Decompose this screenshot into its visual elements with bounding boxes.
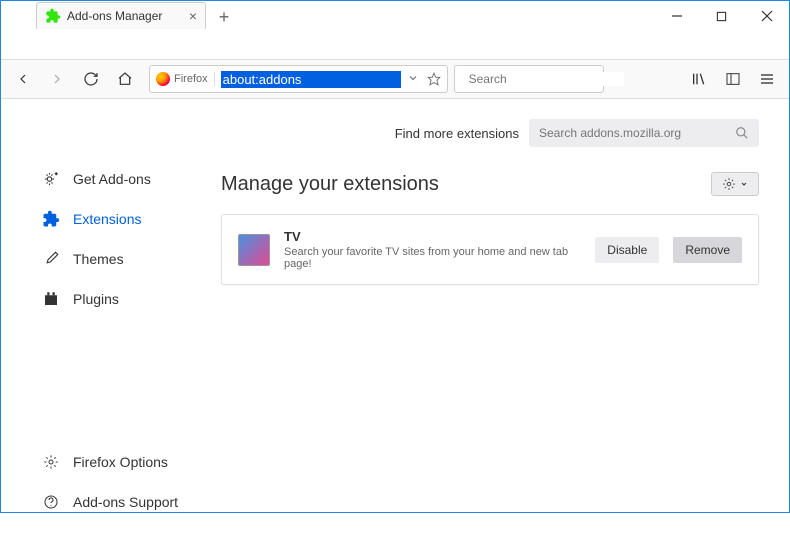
find-extensions-search[interactable] (529, 119, 759, 147)
find-extensions-input[interactable] (539, 126, 727, 140)
search-bar[interactable] (454, 65, 604, 93)
sidebar-item-label: Firefox Options (73, 454, 168, 470)
menu-button[interactable] (753, 65, 781, 93)
remove-button[interactable]: Remove (673, 237, 742, 263)
dropdown-icon[interactable] (407, 72, 419, 84)
disable-button[interactable]: Disable (595, 237, 659, 263)
gear-icon (41, 452, 61, 472)
extension-name: TV (284, 229, 581, 244)
forward-button[interactable] (43, 65, 71, 93)
sidebar-item-label: Plugins (73, 291, 119, 307)
reload-button[interactable] (77, 65, 105, 93)
tab-title: Add-ons Manager (67, 9, 162, 23)
sidebar: Get Add-ons Extensions Themes Plugins Fi… (1, 99, 211, 542)
puzzle-icon (41, 209, 61, 229)
find-extensions-row: Find more extensions (221, 119, 759, 147)
sidebar-item-label: Add-ons Support (73, 494, 178, 510)
identity-label: Firefox (174, 73, 208, 85)
sidebar-item-themes[interactable]: Themes (31, 239, 211, 279)
help-icon (41, 492, 61, 512)
search-input[interactable] (469, 72, 624, 86)
content-area: Get Add-ons Extensions Themes Plugins Fi… (1, 99, 789, 542)
tab-strip: Add-ons Manager × + (1, 1, 639, 29)
browser-tab[interactable]: Add-ons Manager × (36, 2, 206, 29)
sidebar-item-label: Extensions (73, 211, 141, 227)
tools-menu-button[interactable] (711, 172, 759, 196)
plugin-icon (41, 289, 61, 309)
sidebar-addons-support[interactable]: Add-ons Support (31, 482, 211, 522)
home-button[interactable] (111, 65, 139, 93)
heading-row: Manage your extensions (221, 172, 759, 196)
back-button[interactable] (9, 65, 37, 93)
brush-icon (41, 249, 61, 269)
extension-info: TV Search your favorite TV sites from yo… (284, 229, 581, 270)
url-bar[interactable]: Firefox (149, 65, 448, 93)
extension-description: Search your favorite TV sites from your … (284, 246, 581, 270)
close-button[interactable] (744, 1, 789, 31)
chevron-down-icon (740, 180, 748, 188)
new-tab-button[interactable]: + (210, 5, 238, 29)
addon-icon (45, 8, 61, 24)
gear-plus-icon (41, 169, 61, 189)
sidebar-item-plugins[interactable]: Plugins (31, 279, 211, 319)
library-button[interactable] (685, 65, 713, 93)
main-panel: Find more extensions Manage your extensi… (211, 99, 789, 542)
minimize-button[interactable] (654, 1, 699, 31)
close-tab-icon[interactable]: × (189, 8, 197, 24)
sidebar-firefox-options[interactable]: Firefox Options (31, 442, 211, 482)
sidebar-item-extensions[interactable]: Extensions (31, 199, 211, 239)
identity-box[interactable]: Firefox (156, 72, 215, 86)
firefox-icon (156, 72, 170, 86)
sidebar-item-label: Themes (73, 251, 124, 267)
extension-card[interactable]: TV Search your favorite TV sites from yo… (221, 214, 759, 285)
nav-toolbar: Firefox (1, 59, 789, 99)
bookmark-star-icon[interactable] (427, 72, 441, 86)
sidebar-item-get-addons[interactable]: Get Add-ons (31, 159, 211, 199)
extension-icon (238, 234, 270, 266)
find-extensions-label: Find more extensions (395, 126, 519, 141)
sidebar-item-label: Get Add-ons (73, 171, 151, 187)
page-heading: Manage your extensions (221, 173, 439, 196)
url-input[interactable] (221, 71, 401, 88)
sidebar-button[interactable] (719, 65, 747, 93)
maximize-button[interactable] (699, 1, 744, 31)
search-icon (735, 126, 749, 140)
gear-icon (722, 177, 736, 191)
